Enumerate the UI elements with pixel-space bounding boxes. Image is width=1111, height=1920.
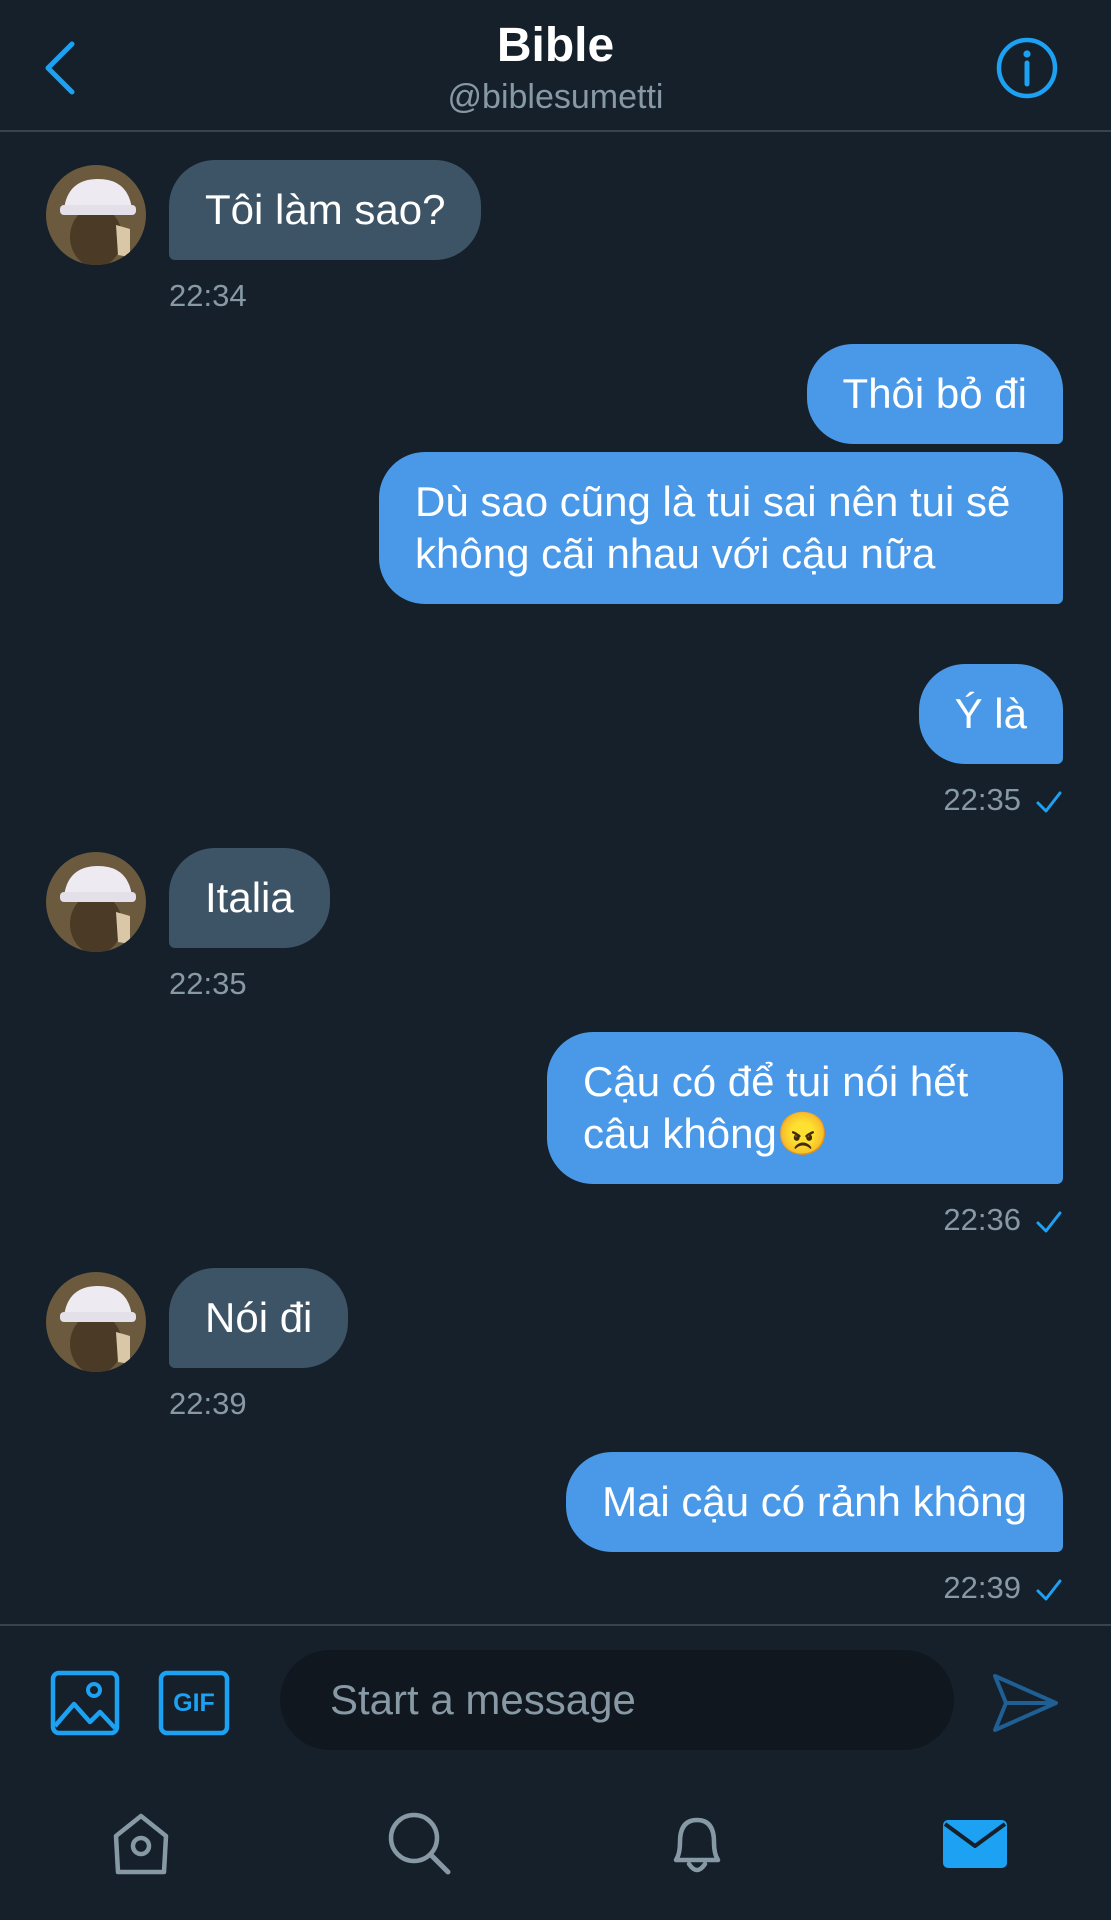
image-icon xyxy=(50,1670,120,1736)
nav-messages[interactable] xyxy=(940,1808,1010,1878)
message-composer: GIF xyxy=(0,1624,1111,1774)
nav-search[interactable] xyxy=(384,1808,454,1878)
sent-check-icon xyxy=(1036,1211,1062,1233)
home-icon xyxy=(113,1813,169,1875)
info-circle-icon xyxy=(996,37,1058,99)
message-bubble-incoming[interactable]: Tôi làm sao? xyxy=(169,160,482,260)
message-bubble-outgoing[interactable]: Dù sao cũng là tui sai nên tui sẽ không … xyxy=(379,452,1063,604)
message-timestamp: 22:39 xyxy=(943,1570,1063,1606)
nav-home[interactable] xyxy=(106,1808,176,1878)
add-media-button[interactable] xyxy=(50,1670,120,1736)
nav-notifications[interactable] xyxy=(662,1808,732,1878)
avatar[interactable] xyxy=(46,852,146,952)
message-bubble-outgoing[interactable]: Cậu có để tui nói hết câu không😠 xyxy=(547,1032,1063,1184)
sent-check-icon xyxy=(1036,791,1062,813)
message-bubble-outgoing[interactable]: Thôi bỏ đi xyxy=(806,344,1063,444)
message-time-text: 22:35 xyxy=(943,782,1021,817)
send-icon xyxy=(993,1674,1058,1732)
gif-label: GIF xyxy=(173,1688,215,1717)
mail-icon xyxy=(943,1820,1007,1868)
message-input[interactable] xyxy=(280,1650,954,1750)
search-icon xyxy=(388,1812,451,1875)
avatar[interactable] xyxy=(46,1272,146,1372)
sent-check-icon xyxy=(1036,1579,1062,1601)
add-gif-button[interactable]: GIF xyxy=(158,1670,230,1736)
info-button[interactable] xyxy=(995,36,1059,100)
avatar[interactable] xyxy=(46,165,146,265)
bell-icon xyxy=(673,1817,721,1873)
message-bubble-incoming[interactable]: Italia xyxy=(169,848,330,948)
send-button[interactable] xyxy=(990,1670,1060,1736)
message-bubble-outgoing[interactable]: Ý là xyxy=(918,664,1063,764)
message-bubble-outgoing[interactable]: Mai cậu có rảnh không xyxy=(566,1452,1063,1552)
message-timestamp: 22:39 xyxy=(169,1386,247,1421)
conversation-handle[interactable]: @biblesumetti xyxy=(0,78,1111,117)
message-timestamp: 22:35 xyxy=(943,782,1063,818)
message-timestamp: 22:36 xyxy=(943,1202,1063,1238)
message-bubble-incoming[interactable]: Nói đi xyxy=(169,1268,349,1368)
message-timestamp: 22:35 xyxy=(169,966,247,1001)
conversation-title[interactable]: Bible xyxy=(0,18,1111,73)
message-timestamp: 22:34 xyxy=(169,278,247,313)
message-time-text: 22:39 xyxy=(943,1570,1021,1605)
bottom-navigation xyxy=(0,1774,1111,1920)
conversation-header: Bible @biblesumetti xyxy=(0,0,1111,132)
message-time-text: 22:36 xyxy=(943,1202,1021,1237)
